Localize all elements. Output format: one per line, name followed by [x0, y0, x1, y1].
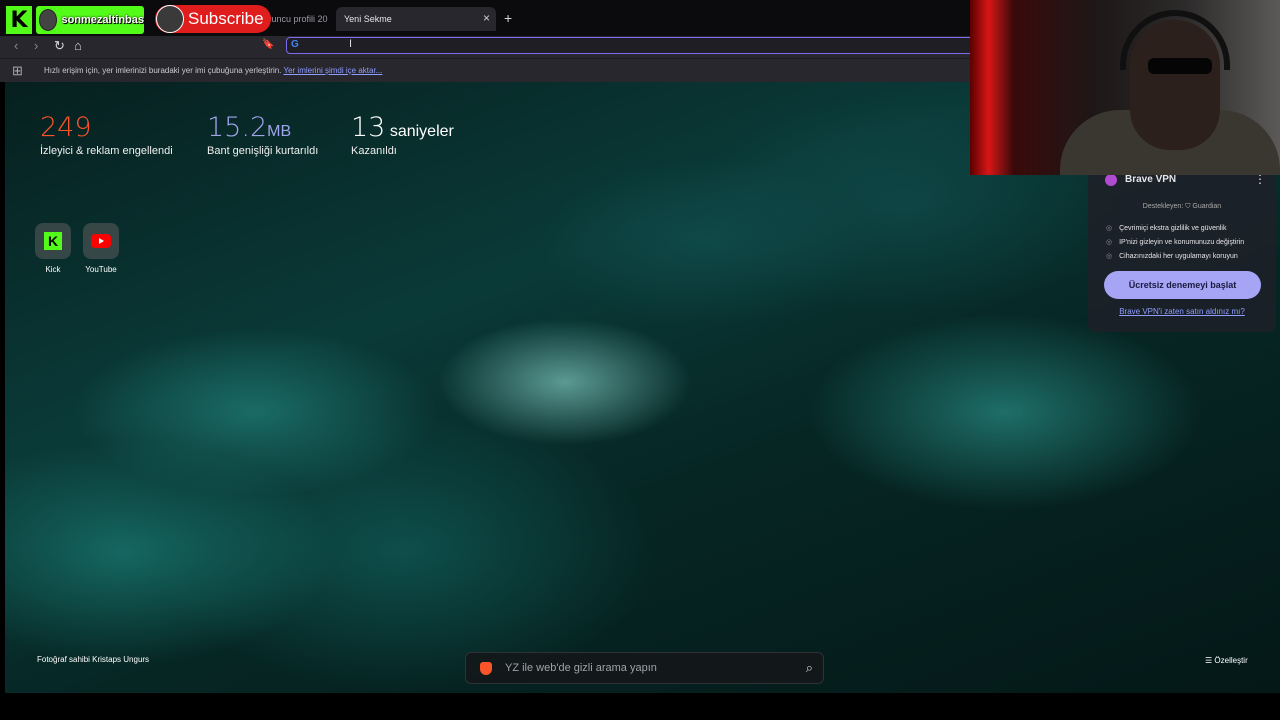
list-item: ◎ Çevrimiçi ekstra gizlilik ve güvenlik	[1106, 224, 1244, 232]
shortcut-label: Kick	[45, 265, 61, 274]
search-placeholder: YZ ile web'de gizli arama yapın	[505, 662, 657, 674]
feature-text: Cihazınızdaki her uygulamayı koruyun	[1119, 253, 1238, 260]
vpn-sponsor: Destekleyen: ⛉ Guardian	[1142, 203, 1222, 210]
subscribe-label: Subscribe	[188, 9, 264, 28]
bookmark-icon[interactable]: 🔖	[262, 39, 274, 50]
shortcut-kick[interactable]: K Kick	[35, 223, 71, 274]
already-purchased-link[interactable]: Brave VPN'i zaten satın aldınız mı?	[1088, 307, 1276, 316]
stat-unit: MB	[267, 123, 292, 140]
stat-label: Bant genişliği kurtarıldı	[207, 145, 319, 157]
brave-lion-icon	[480, 662, 492, 675]
shortcut-youtube[interactable]: YouTube	[83, 223, 119, 274]
frame-edge	[0, 693, 1280, 720]
text-cursor-icon: I	[349, 38, 353, 50]
stat-label: İzleyici & reklam engellendi	[40, 145, 173, 157]
vpn-shield-icon	[1105, 174, 1117, 186]
reload-icon[interactable]: ↻	[54, 38, 65, 54]
tab-new-tab[interactable]: Yeni Sekme ×	[336, 7, 496, 31]
tab-player-profile[interactable]: oyuncu profili 20	[262, 7, 332, 31]
new-tab-button[interactable]: +	[504, 10, 512, 26]
stat-time-saved: 13 saniyeler Kazanıldı	[351, 112, 454, 157]
customize-button[interactable]: ☰ Özelleştir	[1205, 656, 1248, 665]
check-icon: ◎	[1106, 239, 1113, 246]
bookmarks-hint: Hızlı erişim için, yer imlerinizi burada…	[44, 66, 382, 75]
import-bookmarks-link[interactable]: Yer imlerini şimdi içe aktar...	[283, 66, 382, 75]
photo-credit[interactable]: Fotoğraf sahibi Kristaps Ungurs	[37, 655, 149, 664]
avatar	[39, 9, 58, 31]
avatar	[156, 5, 184, 33]
back-icon[interactable]: ‹	[14, 38, 18, 53]
stat-number: 15.2	[207, 112, 268, 143]
feature-text: IP'nizi gizleyin ve konumunuzu değiştiri…	[1119, 239, 1245, 246]
check-icon: ◎	[1106, 225, 1113, 232]
address-bar[interactable]: G I	[286, 37, 976, 54]
webcam-overlay	[970, 0, 1280, 175]
home-icon[interactable]: ⌂	[74, 38, 82, 53]
search-box[interactable]: YZ ile web'de gizli arama yapın ⌕	[465, 652, 824, 684]
apps-grid-icon[interactable]: ⊞	[12, 63, 23, 79]
bookmarks-bar: ⊞ Hızlı erişim için, yer imlerinizi bura…	[0, 58, 970, 83]
list-item: ◎ Cihazınızdaki her uygulamayı koruyun	[1106, 252, 1244, 260]
forward-icon[interactable]: ›	[34, 38, 38, 53]
tab-title: Yeni Sekme	[344, 14, 392, 24]
close-tab-icon[interactable]: ×	[483, 11, 490, 25]
kick-logo-icon: K	[6, 6, 32, 34]
stat-bandwidth-saved: 15.2MB Bant genişliği kurtarıldı	[207, 112, 318, 157]
check-icon: ◎	[1106, 253, 1113, 260]
feature-text: Çevrimiçi ekstra gizlilik ve güvenlik	[1119, 225, 1227, 232]
stat-unit: saniyeler	[389, 123, 454, 140]
search-icon[interactable]: ⌕	[806, 660, 813, 676]
list-item: ◎ IP'nizi gizleyin ve konumunuzu değiştir…	[1106, 238, 1244, 246]
start-trial-button[interactable]: Ücretsiz denemeyi başlat	[1104, 271, 1261, 299]
headset	[1120, 10, 1230, 70]
shortcut-label: YouTube	[85, 265, 117, 274]
stat-number: 249	[40, 112, 92, 143]
vpn-title: Brave VPN	[1125, 174, 1177, 185]
stat-number: 13	[351, 112, 386, 143]
kick-icon: K	[35, 223, 71, 259]
channel-name: sonmezaltinbas	[61, 14, 144, 26]
vpn-feature-list: ◎ Çevrimiçi ekstra gizlilik ve güvenlik ◎…	[1106, 224, 1244, 266]
google-icon: G	[291, 39, 299, 50]
stat-label: Kazanıldı	[351, 145, 397, 157]
subscribe-button: Subscribe	[155, 5, 271, 33]
youtube-icon	[83, 223, 119, 259]
brave-vpn-card: Brave VPN ⋮ Destekleyen: ⛉ Guardian ◎ Çev…	[1088, 172, 1276, 332]
kick-channel-badge: sonmezaltinbas	[36, 6, 144, 34]
bookmarks-hint-text: Hızlı erişim için, yer imlerinizi burada…	[44, 66, 282, 75]
stat-trackers-blocked: 249 İzleyici & reklam engellendi	[40, 112, 173, 157]
